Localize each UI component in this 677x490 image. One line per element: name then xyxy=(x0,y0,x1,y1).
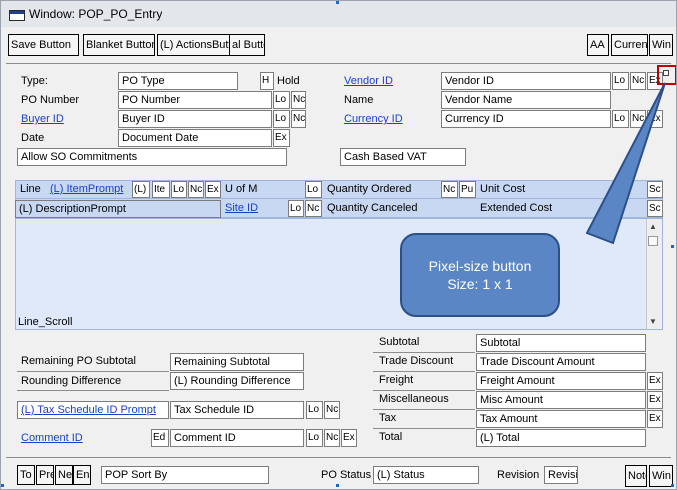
subtotal-field[interactable]: Subtotal xyxy=(476,334,646,352)
tax-schedule-nc-button[interactable]: Nc xyxy=(324,401,340,419)
buyer-lookup-button[interactable]: Lo xyxy=(273,110,290,128)
last-record-button[interactable]: En xyxy=(73,465,91,485)
total-field[interactable]: (L) Total xyxy=(476,429,646,447)
po-status-label: PO Status xyxy=(321,469,372,481)
buyer-nc-button[interactable]: Nc xyxy=(291,110,306,128)
type-label: Type: xyxy=(21,75,48,87)
revision-field[interactable]: Revisi xyxy=(544,466,578,484)
col-uofm: U of M xyxy=(225,183,258,195)
tax-expand-button[interactable]: Ex xyxy=(647,410,663,428)
win-button[interactable]: Win xyxy=(649,34,673,56)
window-icon xyxy=(9,10,25,21)
remaining-subtotal-field[interactable]: Remaining Subtotal xyxy=(170,353,304,371)
trade-discount-label: Trade Discount xyxy=(379,355,454,367)
allow-so-commitments-checkbox[interactable]: Allow SO Commitments xyxy=(17,148,287,166)
hold-checkbox[interactable]: H xyxy=(260,72,274,90)
col-nc-button[interactable]: Nc xyxy=(188,181,204,198)
save-button[interactable]: Save Button xyxy=(8,34,79,56)
remaining-po-subtotal-label: Remaining PO Subtotal xyxy=(21,355,136,367)
miscellaneous-label: Miscellaneous xyxy=(379,393,449,405)
buyer-id-field[interactable]: Buyer ID xyxy=(118,110,272,128)
comment-id-link[interactable]: Comment ID xyxy=(19,430,85,447)
freight-expand-button[interactable]: Ex xyxy=(647,372,663,390)
callout-bubble: Pixel-size button Size: 1 x 1 xyxy=(400,233,560,317)
selection-handle[interactable] xyxy=(671,245,674,248)
freight-label: Freight xyxy=(379,374,414,386)
pop-po-entry-window: Window: POP_PO_Entry Save Button Blanket… xyxy=(0,0,677,490)
callout-line2: Size: 1 x 1 xyxy=(447,276,513,292)
date-expand-button[interactable]: Ex xyxy=(273,129,290,147)
actions-button[interactable]: (L) ActionsButton xyxy=(157,34,230,56)
first-record-button[interactable]: To xyxy=(17,465,35,485)
comment-edit-button[interactable]: Ed xyxy=(151,429,169,447)
tax-schedule-lookup-button[interactable]: Lo xyxy=(306,401,323,419)
note-button[interactable]: Note xyxy=(625,465,647,487)
comment-nc-button[interactable]: Nc xyxy=(324,429,340,447)
selection-handle[interactable] xyxy=(336,1,339,4)
po-status-field[interactable]: (L) Status xyxy=(373,466,479,484)
misc-expand-button[interactable]: Ex xyxy=(647,391,663,409)
currency-button[interactable]: Curren xyxy=(611,34,648,56)
next-record-button[interactable]: Ne xyxy=(55,465,73,485)
rounding-separator xyxy=(17,390,169,391)
site-nc-button[interactable]: Nc xyxy=(305,200,322,217)
tax-amount-field[interactable]: Tax Amount xyxy=(476,410,646,428)
tax-schedule-id-field[interactable]: Tax Schedule ID xyxy=(170,401,304,419)
total-label: Total xyxy=(379,431,403,443)
misc-amount-field[interactable]: Misc Amount xyxy=(476,391,646,409)
window-title: Window: POP_PO_Entry xyxy=(29,7,163,21)
site-lookup-button[interactable]: Lo xyxy=(288,200,304,217)
col-l-button[interactable]: (L) xyxy=(132,181,150,198)
blanket-button[interactable]: Blanket Button xyxy=(83,34,155,56)
callout-line1: Pixel-size button xyxy=(428,258,532,274)
buyer-id-link[interactable]: Buyer ID xyxy=(19,111,66,128)
hold-label: Hold xyxy=(277,75,300,87)
tax-schedule-id-link[interactable]: (L) Tax Schedule ID Prompt xyxy=(17,401,169,419)
col-lookup-button[interactable]: Lo xyxy=(171,181,187,198)
toolbar-separator xyxy=(6,63,671,64)
al-button[interactable]: al Butto xyxy=(229,34,265,56)
tax-label: Tax xyxy=(379,412,397,424)
col-site-id-link[interactable]: Site ID xyxy=(223,200,260,217)
po-number-nc-button[interactable]: Nc xyxy=(291,91,306,109)
col-expand-button[interactable]: Ex xyxy=(205,181,221,198)
vendor-id-link[interactable]: Vendor ID xyxy=(342,73,395,90)
po-number-label: PO Number xyxy=(21,94,80,106)
col-description-prompt: (L) DescriptionPrompt xyxy=(15,200,221,218)
document-date-field[interactable]: Document Date xyxy=(118,129,272,147)
revision-label: Revision xyxy=(497,469,540,481)
comment-lookup-button[interactable]: Lo xyxy=(306,429,323,447)
col-item-prompt-link[interactable]: (L) ItemPrompt xyxy=(48,181,125,198)
name-label: Name xyxy=(344,94,374,106)
title-bar: Window: POP_PO_Entry xyxy=(1,1,676,27)
comment-id-field[interactable]: Comment ID xyxy=(170,429,304,447)
footer-win-button[interactable]: Win xyxy=(649,465,673,487)
remaining-separator xyxy=(17,371,169,372)
subtotal-label: Subtotal xyxy=(379,336,420,348)
selection-handle[interactable] xyxy=(671,484,674,487)
rounding-difference-field[interactable]: (L) Rounding Difference xyxy=(170,372,304,390)
col-line: Line xyxy=(20,183,41,195)
freight-amount-field[interactable]: Freight Amount xyxy=(476,372,646,390)
selection-handle[interactable] xyxy=(1,484,4,487)
trade-discount-field[interactable]: Trade Discount Amount xyxy=(476,353,646,371)
pop-sort-by-dropdown[interactable]: POP Sort By xyxy=(101,466,269,484)
po-number-field[interactable]: PO Number xyxy=(118,91,272,109)
rounding-difference-label: Rounding Difference xyxy=(21,375,122,387)
comment-expand-button[interactable]: Ex xyxy=(341,429,357,447)
footer-separator xyxy=(6,457,671,458)
previous-record-button[interactable]: Pre xyxy=(36,465,54,485)
aa-button[interactable]: AA I xyxy=(587,34,609,56)
po-number-lookup-button[interactable]: Lo xyxy=(273,91,290,109)
selection-handle[interactable] xyxy=(336,484,339,487)
col-ite-button[interactable]: Ite xyxy=(152,181,170,198)
po-type-field[interactable]: PO Type xyxy=(118,72,238,90)
line-scroll-label: Line_Scroll xyxy=(18,316,73,328)
date-label: Date xyxy=(21,132,45,144)
uofm-lookup-button[interactable]: Lo xyxy=(305,181,322,198)
